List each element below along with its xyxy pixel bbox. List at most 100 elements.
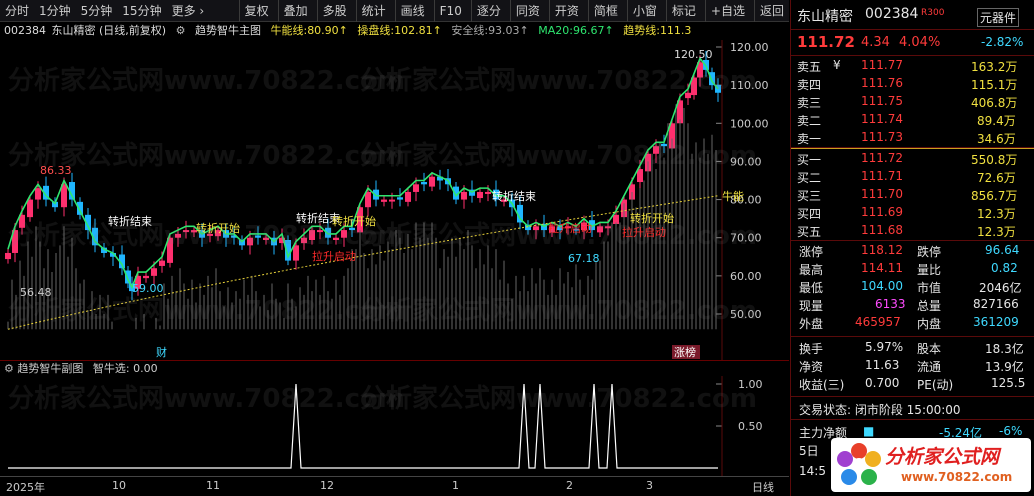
bid-label: 买一	[797, 153, 822, 167]
tab-15min[interactable]: 15分钟	[117, 0, 166, 22]
quote-tag: R300	[921, 8, 945, 18]
btn-multi[interactable]: 多股	[316, 0, 352, 22]
main-flow-pct: -6%	[999, 424, 1023, 438]
stat-value: 361209	[973, 315, 1019, 329]
tab-more[interactable]: 更多 ›	[167, 0, 210, 22]
ask-price: 111.77	[861, 58, 903, 72]
flower-logo-icon	[837, 443, 881, 485]
ask-price: 111.74	[861, 112, 903, 126]
stat-label: 最低	[799, 281, 824, 295]
stat-label: 流通	[917, 360, 942, 374]
tab-intraday[interactable]: 分时	[0, 0, 34, 22]
price-axis-label: 90.00	[730, 155, 762, 168]
bid-list: 买一 111.72 550.8万 买二 111.71 72.6万 买三 111.…	[791, 149, 1034, 241]
candle-body	[263, 237, 269, 241]
sub-indicator-label: 智牛选:	[92, 362, 130, 375]
candle-body	[27, 199, 33, 218]
btn-stats[interactable]: 统计	[355, 0, 391, 22]
btn-small-window[interactable]: 小窗	[626, 0, 662, 22]
bid-price: 111.70	[861, 187, 903, 201]
stat-label: 换手	[799, 342, 824, 356]
candle-body	[685, 92, 691, 99]
stat-value: 118.12	[861, 243, 903, 257]
kline-svg[interactable]: 120.00110.00100.0090.0080.0070.0060.0050…	[0, 40, 789, 360]
stat-value: 0.82	[991, 261, 1018, 275]
price-axis-label: 70.00	[730, 232, 762, 245]
bid-price: 111.72	[861, 151, 903, 165]
stat-label: 量比	[917, 263, 942, 277]
btn-simple-frame[interactable]: 简框	[587, 0, 623, 22]
date-axis: 2025年 10 11 12 1 2 3 日线	[0, 476, 789, 496]
stat-label: 股本	[917, 342, 942, 356]
period-label[interactable]: 日线	[752, 479, 774, 495]
candle-body	[397, 197, 403, 200]
logo-url: www.70822.com	[901, 470, 1013, 484]
btn-same-capital[interactable]: 同资	[509, 0, 545, 22]
date-label: 2025年	[6, 481, 45, 494]
stat-label: 涨停	[799, 245, 824, 259]
sub-indicator-chart[interactable]: 1.00 0.50	[0, 376, 789, 476]
candle-body	[293, 245, 299, 261]
bid-volume: 12.3万	[977, 207, 1016, 221]
candle-body	[597, 226, 603, 233]
sub-axis-label: 0.50	[738, 420, 763, 433]
logo: 分析家公式网 www.70822.com	[831, 438, 1031, 492]
sub-svg[interactable]: 1.00 0.50	[0, 376, 789, 476]
btn-perminute[interactable]: 逐分	[470, 0, 506, 22]
day5-label: 5日	[799, 444, 819, 458]
quote-header: 东山精密 002384 R300 元器件	[791, 0, 1034, 30]
candle-body	[309, 230, 315, 241]
candle-body	[413, 184, 419, 192]
quote-change: 4.34	[861, 35, 890, 50]
indicator-value-5: 趋势线:111.3	[623, 24, 692, 37]
bid-volume: 856.7万	[971, 189, 1018, 203]
btn-back[interactable]: 返回	[753, 0, 789, 22]
quote-badge[interactable]: 元器件	[977, 8, 1020, 27]
quote-pct: 4.04%	[899, 35, 941, 50]
ask-label: 卖三	[797, 96, 822, 110]
bid-price: 111.69	[861, 205, 903, 219]
btn-draw[interactable]: 画线	[394, 0, 430, 22]
btn-add-watch[interactable]: +自选	[704, 0, 750, 22]
tab-5min[interactable]: 5分钟	[76, 0, 118, 22]
candle-body	[301, 237, 307, 244]
btn-open-capital[interactable]: 开资	[548, 0, 584, 22]
tab-1min[interactable]: 1分钟	[34, 0, 76, 22]
signal-label: 转折开始	[332, 214, 376, 228]
ask-price: 111.76	[861, 76, 903, 90]
bid-label: 买五	[797, 225, 822, 239]
stat-value: 125.5	[991, 376, 1026, 390]
candle-body	[461, 191, 467, 200]
gear-icon[interactable]: ⚙	[176, 24, 186, 37]
quote-price: 111.72	[797, 33, 855, 51]
stat-value: 827166	[973, 297, 1019, 311]
btn-overlay[interactable]: 叠加	[277, 0, 313, 22]
candle-body	[637, 169, 643, 183]
flow-square-icon: ■	[863, 424, 875, 438]
currency-icon: ¥	[833, 58, 841, 72]
stat-value: 104.00	[861, 279, 903, 293]
candle-body	[255, 235, 261, 238]
app-window: 分时 1分钟 5分钟 15分钟 更多 › 复权 叠加 多股 统计 画线 F10 …	[0, 0, 1034, 496]
stat-value: 465957	[855, 315, 901, 329]
indicator-name[interactable]: 趋势智牛主图	[195, 24, 261, 37]
gear-icon[interactable]: ⚙	[4, 362, 14, 375]
sub-indicator-name[interactable]: 趋势智牛副图	[17, 362, 83, 375]
candle-body	[429, 176, 435, 187]
btn-mark[interactable]: 标记	[665, 0, 701, 22]
ask-label: 卖一	[797, 132, 822, 146]
bid-volume: 72.6万	[977, 171, 1016, 185]
stat-label: 收益(三)	[799, 378, 845, 392]
stats-grid-2: 换手 5.97% 股本 18.3亿 净资 11.63 流通 13.9亿 收益(三…	[791, 337, 1034, 397]
stat-value: 13.9亿	[985, 360, 1024, 374]
candle-body	[477, 191, 483, 199]
stat-label: PE(动)	[917, 378, 954, 392]
stat-value: 2046亿	[979, 281, 1022, 295]
launch-signal-label: 拉升启动	[548, 221, 592, 235]
quote-stock-code: 002384	[865, 6, 919, 22]
stat-value: 11.63	[865, 358, 900, 372]
btn-adjust[interactable]: 复权	[238, 0, 274, 22]
main-kline-chart[interactable]: 120.00 110.00 100.00 90.00 80.00 70.00 60.00 50…	[0, 40, 789, 360]
candle-body	[151, 268, 157, 276]
btn-f10[interactable]: F10	[433, 0, 467, 22]
